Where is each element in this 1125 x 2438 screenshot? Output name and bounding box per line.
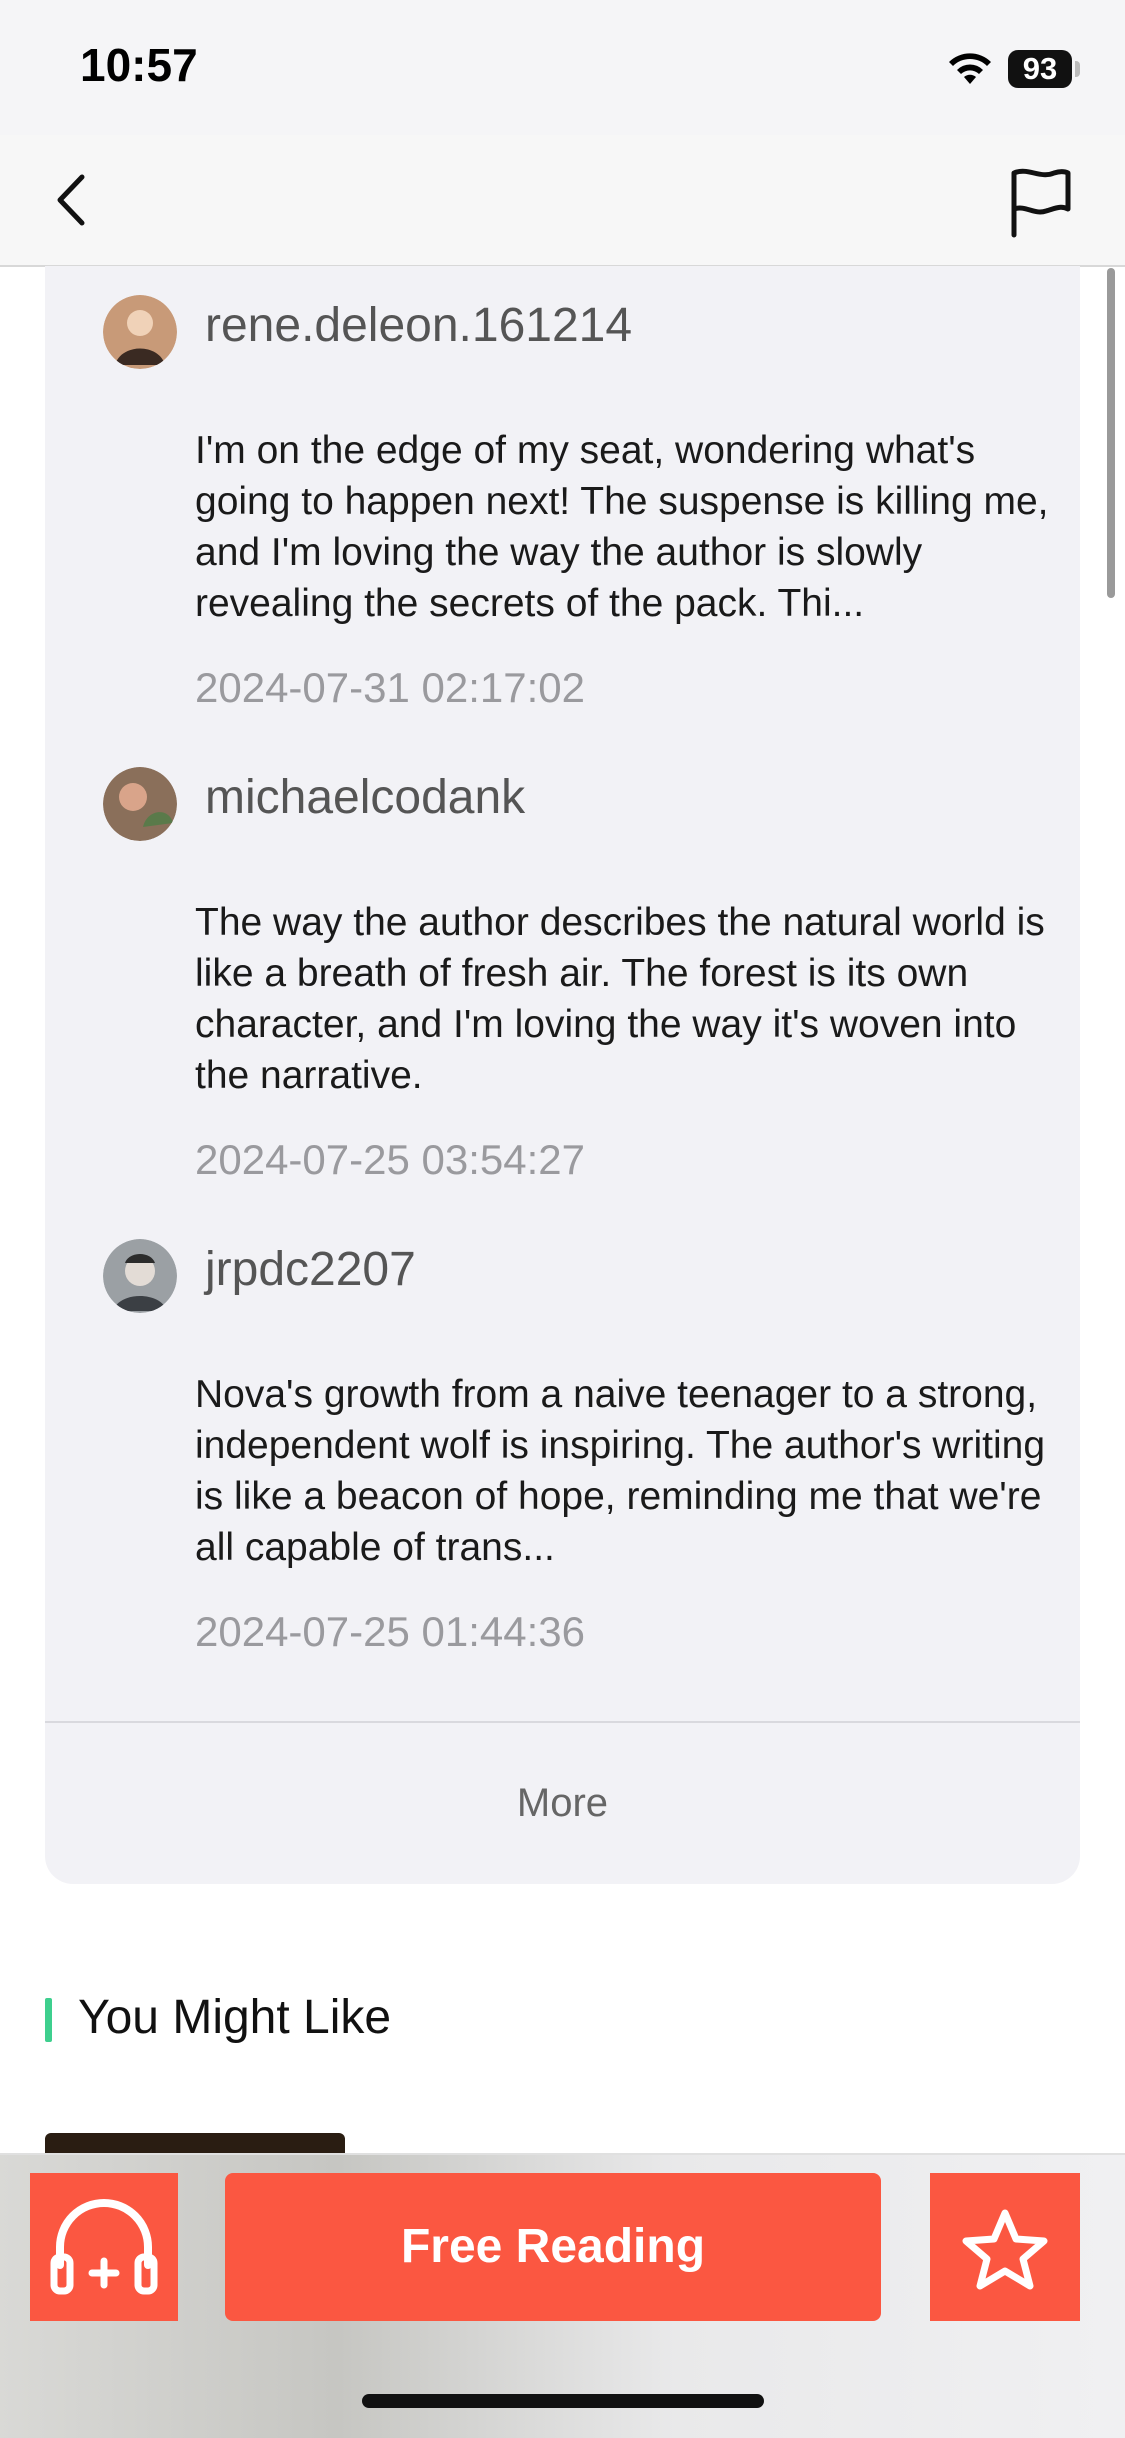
book-title-peek[interactable] (370, 2135, 570, 2153)
back-button[interactable] (40, 165, 110, 235)
add-to-library-button[interactable] (930, 2173, 1080, 2321)
comment-timestamp: 2024-07-31 02:17:02 (195, 664, 585, 711)
section-accent-bar (45, 1998, 52, 2042)
home-indicator[interactable] (362, 2394, 764, 2408)
status-bar: 10:57 93 (0, 0, 1125, 135)
wifi-icon (949, 53, 991, 84)
book-cover[interactable] (45, 2133, 345, 2153)
star-icon (962, 2209, 1048, 2290)
status-time: 10:57 (80, 39, 198, 91)
listen-audio-button[interactable] (30, 2173, 178, 2321)
nav-bar (0, 135, 1125, 267)
battery-tip (1075, 61, 1080, 77)
report-flag-icon[interactable] (1000, 163, 1080, 243)
scroll-indicator[interactable] (1107, 268, 1115, 598)
comment-text: Nova's growth from a naive teenager to a… (195, 1373, 1046, 1569)
section-title: You Might Like (78, 1991, 392, 2044)
comment-username[interactable]: jrpdc2207 (205, 1242, 416, 1297)
comment-timestamp: 2024-07-25 03:54:27 (195, 1136, 585, 1183)
headphones-icon (50, 2199, 158, 2295)
battery-indicator: 93 (1008, 50, 1072, 88)
more-comments-button[interactable]: More (45, 1723, 1080, 1883)
user-avatar[interactable] (103, 1239, 177, 1313)
comments-card: rene.deleon.161214 I'm on the edge of my… (45, 266, 1080, 1884)
comment-timestamp: 2024-07-25 01:44:36 (195, 1608, 585, 1655)
free-reading-button[interactable]: Free Reading (225, 2173, 881, 2321)
comment-text: I'm on the edge of my seat, wondering wh… (195, 429, 1049, 625)
user-avatar[interactable] (103, 767, 177, 841)
comment-username[interactable]: rene.deleon.161214 (205, 298, 632, 353)
comment-username[interactable]: michaelcodank (205, 770, 525, 825)
comment-text: The way the author describes the natural… (195, 901, 1045, 1097)
user-avatar[interactable] (103, 295, 177, 369)
